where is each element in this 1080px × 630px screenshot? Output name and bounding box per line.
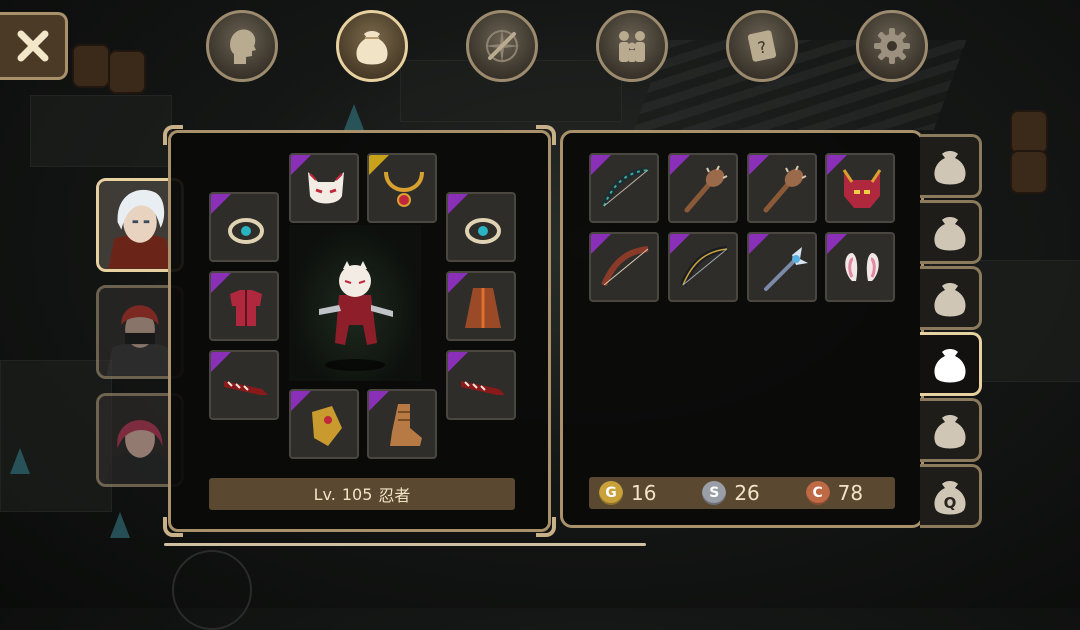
inventory-slot[interactable] [747, 232, 817, 302]
silver-coin-icon: S [702, 481, 727, 505]
gold-currency: G 16 [599, 481, 688, 505]
bag-icon [933, 151, 966, 185]
boot-icon [390, 404, 422, 446]
copper-currency: C 78 [805, 481, 895, 505]
level-prefix: Lv. [313, 484, 336, 504]
wall-tile [30, 95, 172, 167]
barrel [108, 50, 146, 94]
frame-corner [163, 517, 183, 537]
ninja-character-sprite [319, 261, 393, 371]
character-preview [289, 225, 421, 381]
bow-icon [601, 246, 649, 287]
bag-tab-3[interactable] [920, 266, 982, 330]
copper-amount: 78 [837, 481, 864, 505]
tab-quests[interactable]: ? [726, 10, 798, 82]
bag-icon [356, 31, 388, 65]
inventory-slot[interactable] [589, 232, 659, 302]
equip-slot-boots[interactable] [367, 389, 437, 459]
virtual-joystick-ring[interactable] [172, 550, 252, 630]
equip-slot-ring-left[interactable] [209, 192, 279, 262]
bag-tab-1[interactable] [920, 134, 982, 198]
bag-tab-5[interactable] [920, 398, 982, 462]
crystal [10, 448, 30, 474]
equip-slot-neck[interactable] [367, 153, 437, 223]
scroll-indicator [164, 543, 646, 546]
inventory-panel: G 16 S 26 C 78 [560, 130, 924, 528]
blade-icon [461, 381, 505, 395]
blade-icon [224, 381, 268, 395]
gold-amount: 16 [631, 481, 657, 505]
frame-corner [163, 125, 183, 145]
frame-corner [536, 517, 556, 537]
club-icon [763, 165, 807, 213]
head-icon [230, 29, 256, 64]
tab-party[interactable] [596, 10, 668, 82]
bag-icon [933, 349, 966, 383]
inventory-slot[interactable] [747, 153, 817, 223]
inventory-slot[interactable] [589, 153, 659, 223]
barrel [72, 44, 110, 88]
tab-inventory[interactable] [336, 10, 408, 82]
armor-icon [230, 290, 262, 326]
bag-icon [933, 217, 966, 251]
close-button[interactable] [0, 12, 68, 80]
bag-icon [933, 283, 966, 317]
class-name: 忍者 [378, 486, 411, 505]
equip-slot-gloves[interactable] [289, 389, 359, 459]
tab-skills[interactable] [466, 10, 538, 82]
cloak-icon [465, 288, 501, 328]
equip-slot-weapon-right[interactable] [446, 350, 516, 420]
equip-slot-weapon-left[interactable] [209, 350, 279, 420]
barrel [1010, 150, 1048, 194]
level-class-bar: Lv. 105 忍者 [209, 478, 515, 510]
level-value: 105 [341, 484, 373, 504]
equip-slot-ring-right[interactable] [446, 192, 516, 262]
tab-settings[interactable] [856, 10, 928, 82]
inventory-slot[interactable] [668, 232, 738, 302]
bunny-ears-icon [845, 253, 879, 281]
people-icon [619, 31, 645, 62]
crystal [110, 512, 130, 538]
bag-tab-2[interactable] [920, 200, 982, 264]
silver-currency: S 26 [702, 481, 791, 505]
frame-corner [536, 125, 556, 145]
equip-slot-cloak[interactable] [446, 271, 516, 341]
ring-icon [465, 218, 501, 244]
ring-icon [228, 218, 264, 244]
quest-bag-icon: Q [933, 481, 966, 515]
currency-bar: G 16 S 26 C 78 [589, 477, 895, 509]
bow-icon [601, 167, 649, 208]
bag-icon [933, 415, 966, 449]
equip-slot-head[interactable] [289, 153, 359, 223]
compass-sword-icon [484, 28, 520, 64]
staff-icon [764, 247, 808, 291]
necklace-icon [384, 171, 424, 207]
copper-coin-icon: C [805, 481, 830, 505]
gear-icon [874, 28, 910, 64]
barrel [1010, 110, 1048, 154]
silver-amount: 26 [734, 481, 760, 505]
scroll-icon: ? [747, 30, 777, 62]
inventory-slot[interactable] [668, 153, 738, 223]
tab-character[interactable] [206, 10, 278, 82]
fox-mask-icon [308, 172, 344, 204]
equipment-panel: Lv. 105 忍者 [163, 125, 556, 537]
svg-text:Q: Q [943, 494, 956, 512]
gauntlet-icon [312, 406, 342, 446]
bag-tab-4[interactable] [920, 332, 982, 396]
equip-slot-armor[interactable] [209, 271, 279, 341]
club-icon [684, 165, 728, 213]
gold-coin-icon: G [599, 481, 623, 505]
close-icon [17, 30, 48, 62]
inventory-slot[interactable] [825, 232, 895, 302]
crystal [344, 104, 364, 130]
bow-icon [680, 246, 728, 287]
inventory-slot[interactable] [825, 153, 895, 223]
demon-helm-icon [842, 169, 882, 208]
bag-tab-quest[interactable]: Q [920, 464, 982, 528]
